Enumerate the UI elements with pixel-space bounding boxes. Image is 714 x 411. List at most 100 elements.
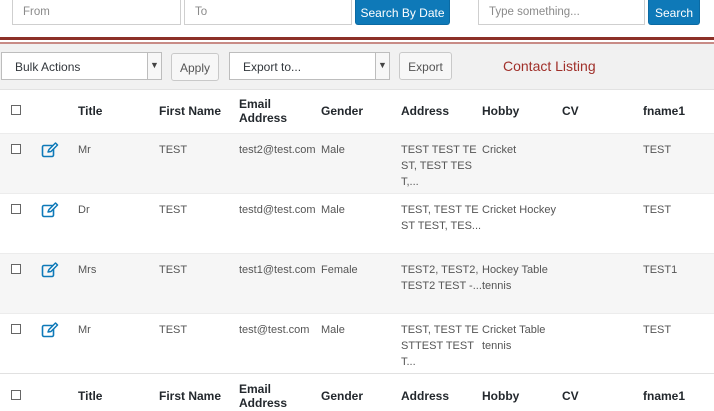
cell-hobby: Cricket — [482, 143, 517, 156]
column-header-gender[interactable]: Gender — [321, 90, 401, 133]
column-header-title[interactable]: Title — [78, 90, 159, 133]
export-format-select[interactable]: Export to... ▼ — [229, 52, 390, 80]
cell-title: Dr — [78, 203, 90, 216]
cell-cv — [562, 133, 643, 193]
cell-address: TEST, TEST TEST TEST, TES... — [401, 193, 482, 253]
email-text: test2@test.com — [239, 143, 316, 156]
row-checkbox[interactable] — [11, 263, 21, 274]
row-checkbox[interactable] — [11, 203, 21, 214]
column-footer-first-name[interactable]: First Name — [159, 373, 239, 411]
cell-hobby: Cricket Table tennis — [482, 323, 546, 352]
address-text: TEST TEST TEST, TEST TEST,... — [401, 143, 477, 188]
row-select-cell — [0, 313, 34, 373]
cell-gender: Female — [321, 263, 358, 276]
email-text: test@test.com — [239, 323, 310, 336]
select-all-cell — [0, 373, 34, 411]
cell-email: testd@test.com — [239, 193, 321, 253]
table-header-row: Title First Name Email Address Gender Ad… — [0, 90, 714, 133]
address-text: TEST2, TEST2, TEST2 TEST -... — [401, 263, 482, 292]
to-date-input[interactable]: To — [184, 0, 352, 25]
column-footer-title[interactable]: Title — [78, 373, 159, 411]
row-select-cell — [0, 193, 34, 253]
cell-fname1: TEST — [643, 203, 672, 216]
row-action-cell — [34, 133, 78, 193]
cell-address: TEST, TEST TESTTEST TEST T... — [401, 313, 482, 373]
column-footer-email[interactable]: Email Address — [239, 373, 321, 411]
column-header-fname1[interactable]: fname1 — [643, 90, 714, 133]
cell-cv — [562, 313, 643, 373]
cell-address: TEST2, TEST2, TEST2 TEST -... — [401, 253, 482, 313]
export-format-value: Export to... — [243, 60, 302, 74]
from-date-input[interactable]: From — [12, 0, 181, 25]
column-footer-cv[interactable]: CV — [562, 373, 643, 411]
cell-email: test2@test.com — [239, 133, 321, 193]
table-row: Mrs TEST test1@test.com Female TEST2, TE… — [0, 253, 714, 313]
email-text: test1@test.com — [239, 263, 316, 276]
edit-icon[interactable] — [41, 141, 59, 158]
cell-title: Mr — [78, 143, 91, 156]
address-text: TEST, TEST TEST TEST, TES... — [401, 203, 482, 232]
row-checkbox[interactable] — [11, 143, 21, 154]
row-checkbox[interactable] — [11, 323, 21, 334]
export-button[interactable]: Export — [399, 52, 452, 80]
table-row: Mr TEST test2@test.com Male TEST TEST TE… — [0, 133, 714, 193]
cell-cv — [562, 253, 643, 313]
column-header-hobby[interactable]: Hobby — [482, 90, 562, 133]
edit-icon[interactable] — [41, 201, 59, 218]
cell-title: Mr — [78, 323, 91, 336]
cell-fname1: TEST1 — [643, 263, 678, 276]
contact-table: Title First Name Email Address Gender Ad… — [0, 90, 714, 411]
column-header-email[interactable]: Email Address — [239, 90, 321, 133]
cell-fname1: TEST — [643, 143, 672, 156]
cell-first-name: TEST — [159, 263, 188, 276]
column-footer-fname1[interactable]: fname1 — [643, 373, 714, 411]
date-filter-bar: From To Search By Date Type something...… — [0, 0, 714, 36]
action-column-header — [34, 373, 78, 411]
cell-first-name: TEST — [159, 143, 188, 156]
cell-title: Mrs — [78, 263, 97, 276]
select-all-cell — [0, 90, 34, 133]
column-header-first-name[interactable]: First Name — [159, 90, 239, 133]
column-footer-address[interactable]: Address — [401, 373, 482, 411]
select-all-checkbox[interactable] — [11, 105, 21, 116]
bulk-actions-bar: Bulk Actions ▼ Apply Export to... ▼ Expo… — [0, 44, 714, 90]
cell-first-name: TEST — [159, 323, 188, 336]
column-footer-hobby[interactable]: Hobby — [482, 373, 562, 411]
action-column-header — [34, 90, 78, 133]
cell-gender: Male — [321, 323, 345, 336]
row-select-cell — [0, 253, 34, 313]
cell-address: TEST TEST TEST, TEST TEST,... — [401, 133, 482, 193]
table-row: Mr TEST test@test.com Male TEST, TEST TE… — [0, 313, 714, 373]
select-all-checkbox[interactable] — [11, 390, 21, 401]
search-button[interactable]: Search — [648, 0, 700, 25]
cell-email: test@test.com — [239, 313, 321, 373]
table-row: Dr TEST testd@test.com Male TEST, TEST T… — [0, 193, 714, 253]
search-input[interactable]: Type something... — [478, 0, 645, 25]
cell-cv — [562, 193, 643, 253]
cell-first-name: TEST — [159, 203, 188, 216]
row-select-cell — [0, 133, 34, 193]
chevron-down-icon: ▼ — [147, 53, 161, 79]
page-title: Contact Listing — [503, 58, 596, 74]
bulk-actions-select[interactable]: Bulk Actions ▼ — [1, 52, 162, 80]
column-header-address[interactable]: Address — [401, 90, 482, 133]
cell-hobby: Cricket Hockey — [482, 203, 556, 216]
search-by-date-button[interactable]: Search By Date — [355, 0, 450, 25]
table-footer-row: Title First Name Email Address Gender Ad… — [0, 373, 714, 411]
column-header-cv[interactable]: CV — [562, 90, 643, 133]
edit-icon[interactable] — [41, 321, 59, 338]
column-footer-gender[interactable]: Gender — [321, 373, 401, 411]
cell-hobby: Hockey Table tennis — [482, 263, 548, 292]
chevron-down-icon: ▼ — [375, 53, 389, 79]
row-action-cell — [34, 253, 78, 313]
cell-gender: Male — [321, 143, 345, 156]
row-action-cell — [34, 193, 78, 253]
cell-fname1: TEST — [643, 323, 672, 336]
apply-button[interactable]: Apply — [171, 53, 219, 81]
edit-icon[interactable] — [41, 261, 59, 278]
row-action-cell — [34, 313, 78, 373]
bulk-actions-value: Bulk Actions — [15, 60, 81, 74]
cell-email: test1@test.com — [239, 253, 321, 313]
header-divider — [0, 37, 714, 40]
email-text: testd@test.com — [239, 203, 316, 216]
